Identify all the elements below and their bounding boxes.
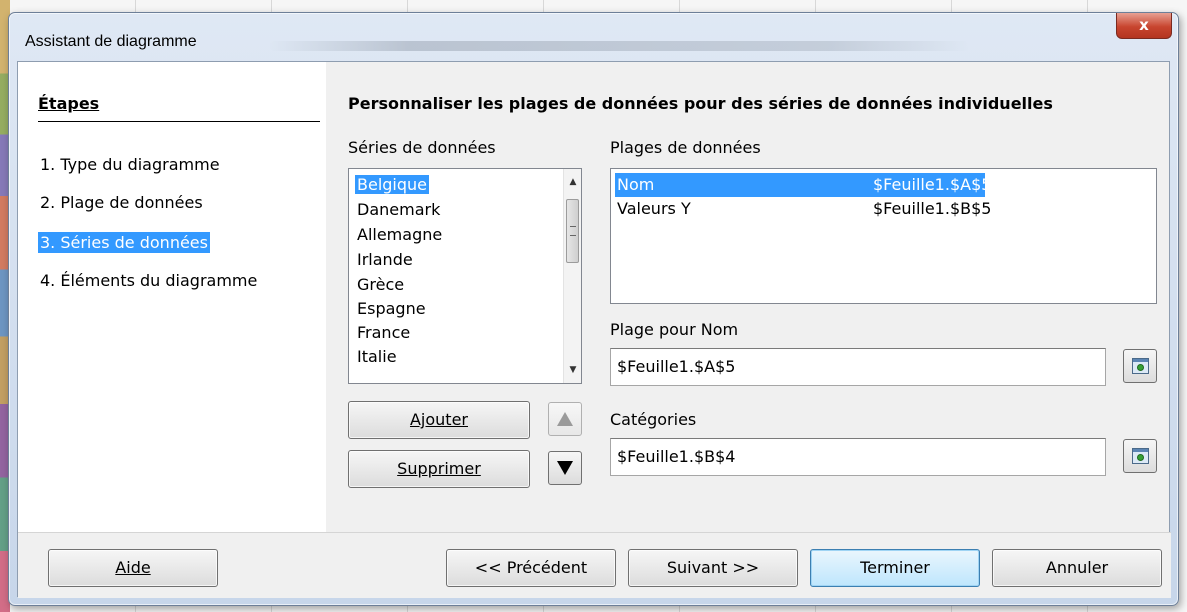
scroll-thumb[interactable] [566,199,579,263]
next-button[interactable]: Suivant >> [628,549,798,587]
data-ranges-listbox[interactable]: Nom $Feuille1.$A$5 Valeurs Y $Feuille1.$… [610,168,1157,304]
previous-button[interactable]: << Précédent [446,549,616,587]
select-range-icon [1132,448,1149,464]
previous-label: << Précédent [474,558,588,577]
series-list-label: Séries de données [348,138,496,157]
next-label: Suivant >> [666,558,760,577]
step-chart-type[interactable]: 1. Type du diagramme [38,154,222,175]
steps-panel: Étapes 1. Type du diagramme 2. Plage de … [18,62,326,532]
title-bar: Assistant de diagramme x [9,13,1178,61]
categories-input[interactable]: $Feuille1.$B$4 [610,438,1106,476]
remove-series-label: Supprimer [397,459,481,478]
move-up-button[interactable] [548,402,582,436]
series-item[interactable]: Irlande [355,250,415,269]
series-item[interactable]: Allemagne [355,225,444,244]
arrow-down-icon [557,461,573,475]
data-range-role: Nom [617,175,655,194]
range-for-name-input[interactable]: $Feuille1.$A$5 [610,348,1106,386]
series-listbox[interactable]: Belgique Danemark Allemagne Irlande Grèc… [348,168,582,384]
scroll-down-icon[interactable]: ▼ [564,361,582,379]
close-icon: x [1139,16,1149,34]
dialog-button-bar: Aide << Précédent Suivant >> Terminer An… [18,532,1171,598]
scroll-up-icon[interactable]: ▲ [564,173,582,191]
step-data-series[interactable]: 3. Séries de données [38,232,210,253]
help-button[interactable]: Aide [48,549,218,587]
data-range-row[interactable]: Valeurs Y $Feuille1.$B$5 [615,197,991,221]
help-label: Aide [115,558,151,577]
page-heading: Personnaliser les plages de données pour… [348,94,1053,113]
title-bar-glass [269,41,969,51]
series-item[interactable]: Espagne [355,299,428,318]
add-series-label: Ajouter [409,410,468,429]
series-item[interactable]: Italie [355,347,399,366]
move-down-button[interactable] [548,451,582,485]
dialog-client-area: Étapes 1. Type du diagramme 2. Plage de … [17,61,1171,598]
close-button[interactable]: x [1116,13,1172,39]
data-range-value: $Feuille1.$A$5 [873,175,992,194]
data-range-row[interactable]: Nom $Feuille1.$A$5 [615,173,991,197]
series-scrollbar[interactable]: ▲ ▼ [563,169,581,383]
series-item[interactable]: Danemark [355,200,442,219]
arrow-up-icon [557,412,573,426]
series-item[interactable]: Belgique [355,175,430,194]
cancel-button[interactable]: Annuler [992,549,1162,587]
chart-wizard-dialog: Assistant de diagramme x Étapes 1. Type … [8,12,1179,606]
range-for-name-label: Plage pour Nom [610,320,739,339]
finish-label: Terminer [860,558,930,577]
series-item[interactable]: Grèce [355,275,406,294]
series-item[interactable]: France [355,323,412,342]
steps-heading: Étapes [38,94,320,122]
data-range-value: $Feuille1.$B$5 [873,199,992,218]
finish-button[interactable]: Terminer [810,549,980,587]
select-range-button[interactable] [1123,349,1157,383]
cancel-label: Annuler [1045,558,1109,577]
step-data-range[interactable]: 2. Plage de données [38,192,205,213]
select-range-icon [1132,358,1149,374]
categories-label: Catégories [610,410,697,429]
select-categories-button[interactable] [1123,439,1157,473]
add-series-button[interactable]: Ajouter [348,401,530,439]
step-chart-elements[interactable]: 4. Éléments du diagramme [38,270,259,291]
scroll-grip-icon [570,226,576,236]
remove-series-button[interactable]: Supprimer [348,450,530,488]
dialog-title: Assistant de diagramme [25,33,197,50]
data-range-role: Valeurs Y [617,199,691,218]
series-settings-panel: Personnaliser les plages de données pour… [326,62,1171,532]
data-ranges-label: Plages de données [610,138,761,157]
